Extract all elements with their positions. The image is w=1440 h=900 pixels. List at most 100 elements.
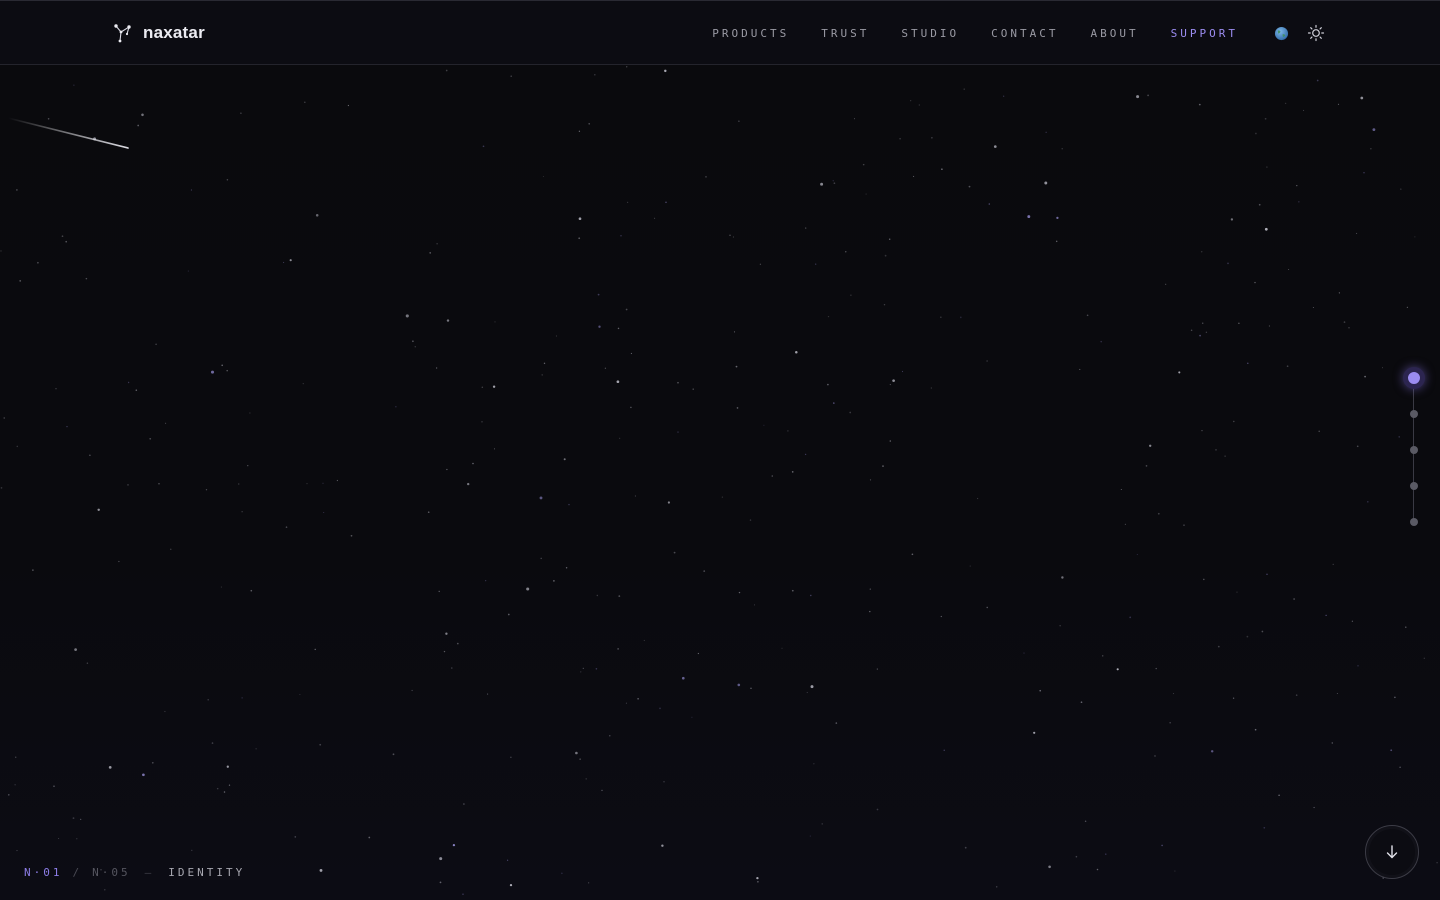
- star: [804, 453, 807, 456]
- star: [1224, 455, 1226, 457]
- section-dot-5[interactable]: [1410, 518, 1418, 526]
- section-dash: —: [144, 866, 155, 879]
- star: [1236, 591, 1238, 593]
- star: [1356, 445, 1359, 448]
- star: [833, 182, 836, 185]
- star: [322, 482, 324, 484]
- star: [820, 182, 824, 186]
- star: [1056, 216, 1059, 220]
- star: [976, 497, 979, 500]
- star: [247, 465, 249, 467]
- section-dot-1[interactable]: [1403, 367, 1425, 389]
- star: [456, 642, 459, 645]
- star: [899, 137, 901, 140]
- star: [541, 374, 543, 376]
- star: [429, 252, 432, 254]
- star: [595, 668, 598, 670]
- star: [884, 254, 887, 257]
- star: [210, 370, 215, 374]
- star: [849, 411, 852, 414]
- star: [302, 382, 304, 385]
- nav-item-trust[interactable]: TRUST: [821, 27, 869, 40]
- star: [1372, 128, 1376, 132]
- star: [439, 881, 442, 884]
- scroll-down-button[interactable]: [1365, 825, 1419, 879]
- star: [1200, 250, 1203, 253]
- section-current: N·01: [24, 866, 63, 879]
- star: [485, 580, 487, 582]
- star: [255, 748, 257, 750]
- brand-logo-link[interactable]: naxatar: [113, 21, 205, 45]
- star: [964, 846, 967, 849]
- star: [492, 385, 496, 388]
- section-dot-2[interactable]: [1410, 410, 1418, 418]
- star: [625, 702, 627, 704]
- star: [609, 735, 611, 737]
- section-dot-3[interactable]: [1410, 446, 1418, 454]
- nav-item-about[interactable]: ABOUT: [1091, 27, 1139, 40]
- star: [1027, 215, 1031, 219]
- nav-item-studio[interactable]: STUDIO: [901, 27, 959, 40]
- star: [692, 388, 694, 390]
- star: [1101, 655, 1104, 657]
- star: [588, 882, 590, 884]
- star: [350, 534, 353, 537]
- star: [414, 346, 417, 348]
- star: [883, 303, 886, 306]
- star: [1161, 844, 1163, 847]
- globe-icon[interactable]: [1274, 26, 1289, 41]
- star: [250, 589, 253, 592]
- nav-item-contact[interactable]: CONTACT: [991, 27, 1058, 40]
- star: [493, 448, 496, 450]
- star: [1048, 865, 1051, 869]
- section-dot-4[interactable]: [1410, 482, 1418, 490]
- star: [1343, 321, 1346, 323]
- star: [1295, 694, 1298, 696]
- star: [66, 425, 68, 428]
- nav-item-products[interactable]: PRODUCTS: [712, 27, 789, 40]
- star: [901, 370, 904, 373]
- star: [1303, 109, 1305, 111]
- star: [1436, 862, 1438, 864]
- star: [1381, 367, 1384, 369]
- star: [995, 886, 998, 888]
- star: [191, 849, 193, 852]
- star: [141, 113, 144, 117]
- nav-item-support[interactable]: SUPPORT: [1171, 27, 1238, 40]
- star: [1318, 430, 1320, 433]
- star: [1199, 334, 1201, 337]
- star: [705, 176, 707, 178]
- sun-icon[interactable]: [1307, 24, 1325, 42]
- star: [85, 277, 88, 280]
- star: [1136, 95, 1140, 99]
- star: [1079, 368, 1081, 370]
- star: [1238, 322, 1240, 324]
- star: [319, 743, 322, 746]
- star: [1100, 340, 1102, 343]
- star: [1364, 375, 1366, 378]
- star: [1178, 371, 1181, 374]
- star: [220, 586, 222, 588]
- star: [677, 381, 679, 384]
- star: [791, 471, 794, 473]
- star: [1360, 96, 1364, 100]
- star: [616, 380, 620, 384]
- star: [553, 580, 555, 582]
- star: [579, 758, 581, 760]
- star: [1033, 731, 1036, 734]
- star: [941, 168, 943, 171]
- star: [86, 662, 89, 664]
- star: [58, 837, 60, 840]
- star: [568, 503, 570, 506]
- star: [771, 475, 774, 477]
- star: [427, 511, 430, 514]
- star: [968, 185, 971, 188]
- star: [575, 751, 578, 755]
- star: [299, 693, 301, 696]
- star: [228, 784, 231, 786]
- star: [1394, 696, 1396, 699]
- star: [1247, 362, 1249, 365]
- star: [1399, 766, 1401, 769]
- section-indicator: N·01 / N·05 — IDENTITY: [24, 866, 245, 879]
- star: [821, 823, 823, 825]
